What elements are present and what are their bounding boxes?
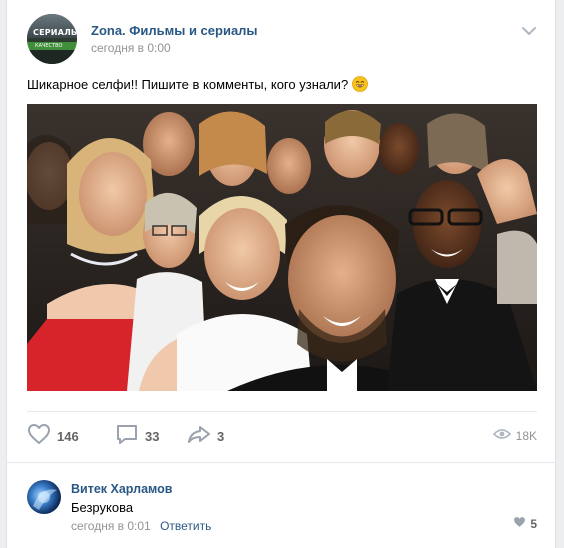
comments-divider (7, 462, 555, 463)
share-button[interactable]: 3 (187, 424, 224, 448)
reply-link[interactable]: Ответить (160, 519, 211, 533)
comment-button[interactable]: 33 (115, 424, 159, 448)
comment-like-button[interactable]: 5 (513, 516, 537, 531)
post-time[interactable]: сегодня в 0:00 (91, 41, 171, 55)
post-header: СЕРИАЛЫ КАЧЕСТВО Zona. Фильмы и сериалы … (27, 14, 537, 64)
heart-icon (27, 423, 51, 450)
share-arrow-icon (187, 423, 211, 450)
group-avatar[interactable]: СЕРИАЛЫ КАЧЕСТВО (27, 14, 77, 64)
shares-count: 3 (217, 428, 225, 444)
post-text-content: Шикарное селфи!! Пишите в комменты, кого… (27, 77, 349, 92)
avatar-subtext: КАЧЕСТВО (35, 43, 63, 49)
selfie-photo-image (27, 104, 537, 391)
post-divider (27, 411, 537, 412)
views-indicator: 18K (492, 424, 537, 448)
post-card: СЕРИАЛЫ КАЧЕСТВО Zona. Фильмы и сериалы … (6, 0, 556, 548)
comment-time[interactable]: сегодня в 0:01 (71, 519, 151, 533)
chevron-down-icon[interactable] (521, 24, 537, 36)
avatar-bottom (27, 50, 77, 64)
comment-text: Безрукова (71, 500, 134, 515)
heart-icon (513, 516, 526, 531)
comment-icon (115, 423, 139, 450)
comments-count: 33 (145, 428, 160, 444)
post-actions: 146 33 3 18K (27, 422, 537, 450)
avatar-text: СЕРИАЛЫ (33, 28, 77, 37)
comment-author-link[interactable]: Витек Харламов (71, 482, 172, 496)
likes-count: 146 (57, 428, 79, 444)
post-photo[interactable] (27, 104, 537, 391)
like-button[interactable]: 146 (27, 423, 79, 450)
eye-icon (492, 427, 511, 445)
comment-meta: сегодня в 0:01 Ответить (71, 519, 211, 533)
comment-item: Витек Харламов Безрукова сегодня в 0:01 … (27, 480, 537, 536)
smiling-face-icon (352, 76, 369, 92)
views-count: 18K (515, 429, 537, 443)
group-name-link[interactable]: Zona. Фильмы и сериалы (91, 23, 258, 38)
comment-likes-count: 5 (530, 516, 537, 531)
post-text: Шикарное селфи!! Пишите в комменты, кого… (27, 76, 369, 93)
commenter-avatar[interactable] (27, 480, 61, 514)
